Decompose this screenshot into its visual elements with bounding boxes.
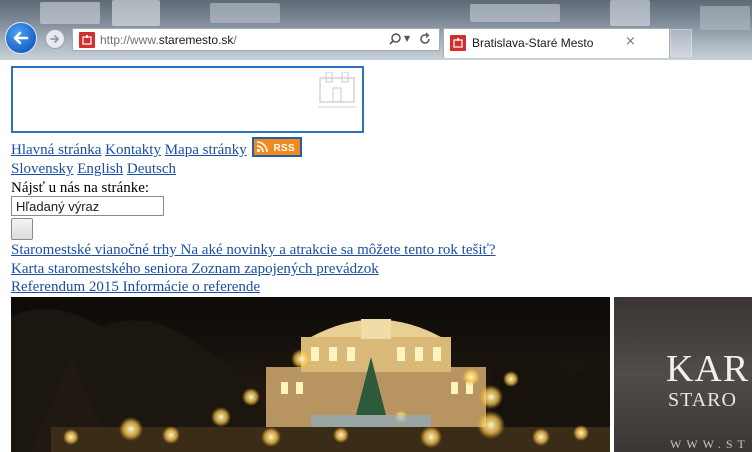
address-url[interactable]: http://www.staremesto.sk/	[100, 33, 237, 47]
lang-link-german[interactable]: Deutsch	[127, 161, 176, 177]
banner-photo	[11, 297, 610, 452]
chevron-down-icon[interactable]: ▼	[404, 34, 410, 43]
refresh-icon[interactable]	[418, 32, 432, 46]
search-label: Nájsť u nás na stránke:	[11, 180, 150, 196]
back-button[interactable]	[5, 22, 37, 54]
rss-feed-button[interactable]: RSS	[251, 137, 302, 157]
tab-active[interactable]: Bratislava-Staré Mesto ×	[443, 28, 670, 58]
nav-link-contacts[interactable]: Kontakty	[105, 142, 161, 158]
close-icon[interactable]: ×	[625, 34, 636, 49]
nav-link-home[interactable]: Hlavná stránka	[11, 142, 101, 158]
lang-link-english[interactable]: English	[77, 161, 123, 177]
logo-icon	[318, 72, 356, 108]
side-banner-title: KAR	[666, 348, 750, 390]
new-tab-button[interactable]	[670, 29, 692, 57]
news-item: Karta staromestského seniora Zoznam zapo…	[11, 261, 379, 278]
senior-card-banner[interactable]: KAR STARO WWW.ST	[614, 297, 752, 452]
back-arrow-icon	[13, 31, 29, 45]
search-input[interactable]	[11, 196, 164, 216]
browser-chrome: http://www.staremesto.sk/ ▼ Bratislava-S…	[0, 0, 752, 60]
news-item: Referendum 2015 Informácie o referende	[11, 279, 260, 296]
news-link-referendum[interactable]: Referendum 2015 Informácie o referende	[11, 279, 260, 295]
lang-link-slovak[interactable]: Slovensky	[11, 161, 74, 177]
news-item: Staromestské vianočné trhy Na aké novink…	[11, 242, 496, 259]
search-submit-button[interactable]	[11, 218, 33, 240]
tab-favicon-icon	[450, 35, 466, 51]
news-link-senior-card[interactable]: Karta staromestského seniora Zoznam zapo…	[11, 261, 379, 277]
forward-arrow-icon	[50, 35, 59, 43]
christmas-market-banner[interactable]	[11, 297, 610, 452]
side-banner-subtitle: STARO	[668, 389, 737, 411]
rss-icon	[256, 141, 268, 153]
site-logo-banner[interactable]	[11, 66, 364, 133]
page-content: Hlavná stránka Kontakty Mapa stránky RSS…	[0, 60, 752, 452]
search-icon[interactable]	[388, 32, 402, 46]
language-switcher: Slovensky English Deutsch	[11, 161, 176, 178]
top-navigation: Hlavná stránka Kontakty Mapa stránky RSS	[11, 137, 302, 159]
address-bar[interactable]: http://www.staremesto.sk/ ▼	[72, 28, 440, 51]
site-favicon-icon	[79, 32, 95, 48]
nav-link-sitemap[interactable]: Mapa stránky	[165, 142, 247, 158]
side-banner-url: WWW.ST	[670, 437, 750, 451]
forward-button[interactable]	[45, 29, 65, 49]
rss-label: RSS	[273, 143, 295, 154]
news-link-christmas-market[interactable]: Staromestské vianočné trhy Na aké novink…	[11, 242, 496, 258]
tab-title: Bratislava-Staré Mesto	[472, 36, 594, 50]
